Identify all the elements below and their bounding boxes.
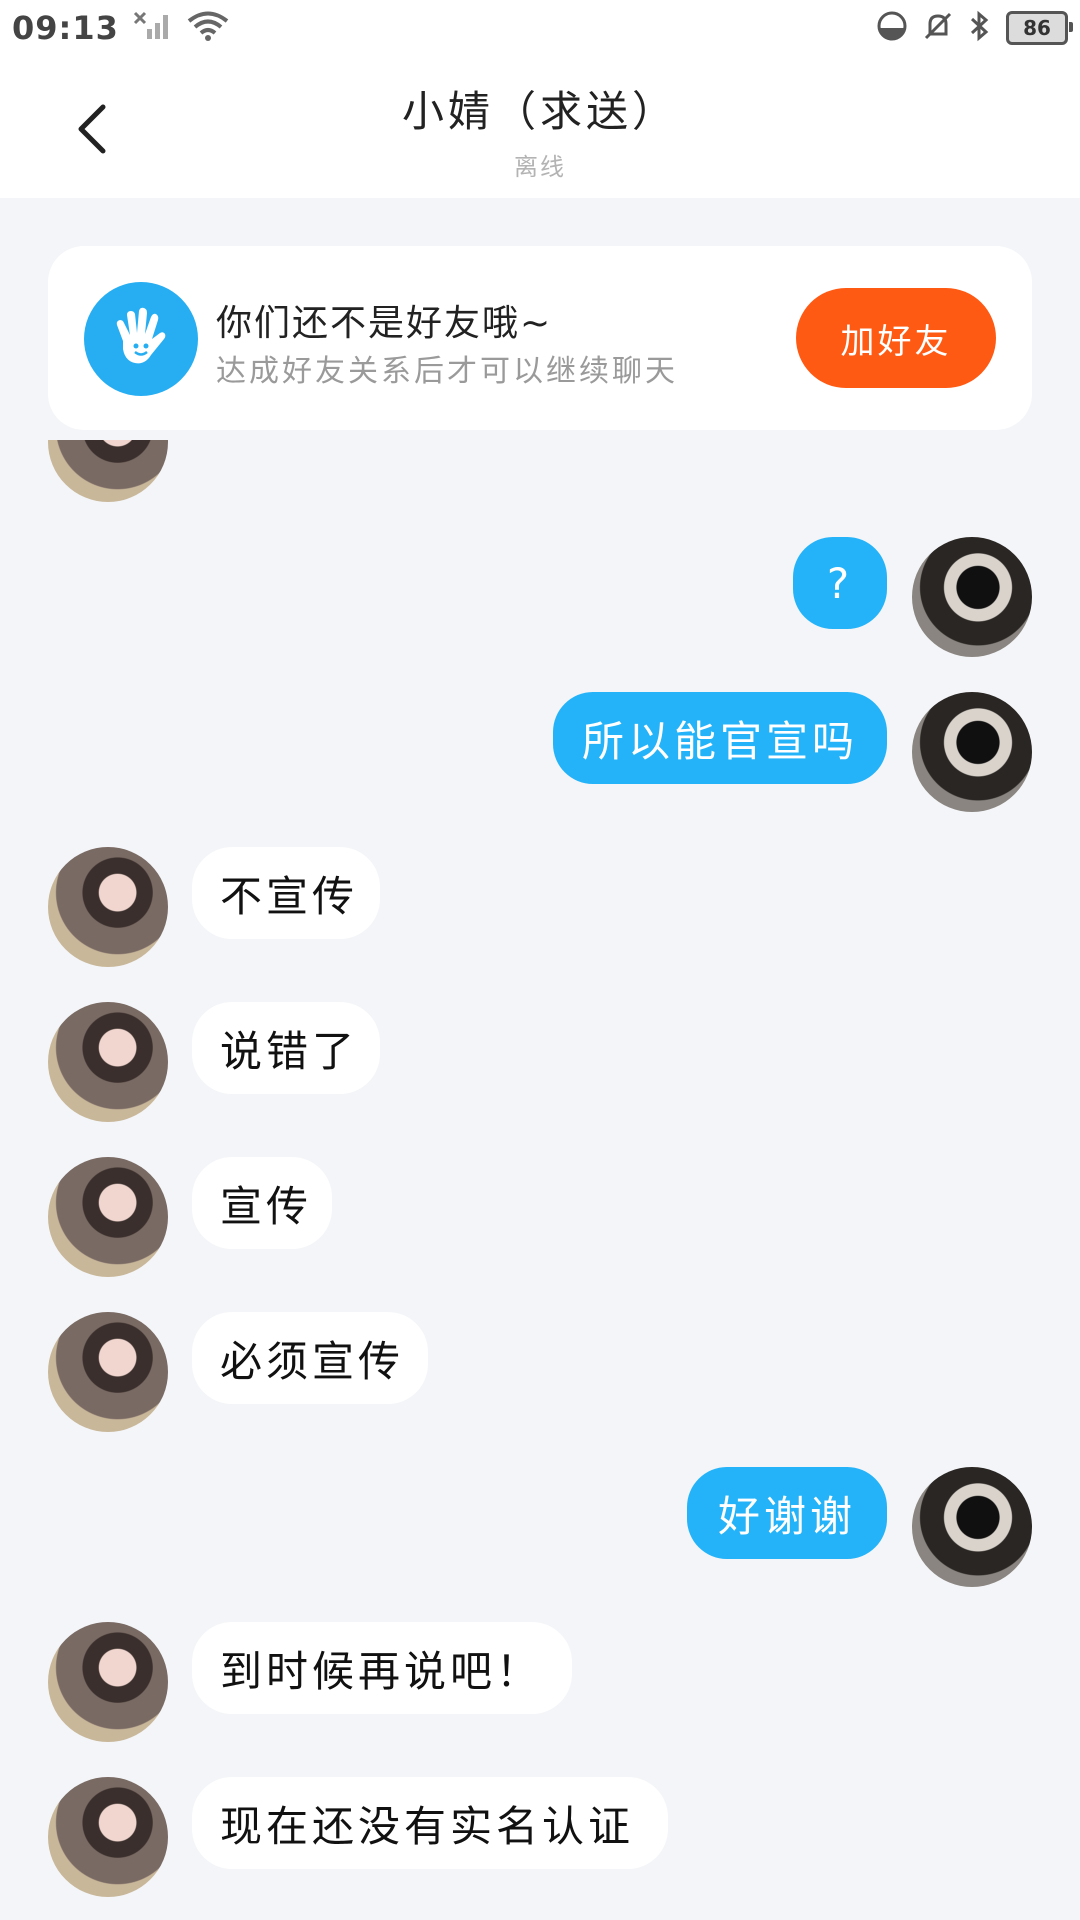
message-text: 必须宣传 (220, 1336, 405, 1386)
message-text: 好谢谢 (717, 1491, 856, 1541)
banner-title: 你们还不是好友哦~ (216, 303, 553, 344)
message-bubble[interactable]: 到时候再说吧！ (192, 1622, 572, 1714)
message-bubble[interactable]: 现在还没有实名认证 (192, 1777, 668, 1869)
message-bubble[interactable]: 必须宣传 (192, 1312, 428, 1404)
message-bubble[interactable]: 不宣传 (192, 847, 380, 939)
avatar[interactable] (48, 1157, 168, 1277)
message-bubble[interactable]: ? (793, 537, 887, 629)
message-text: 宣传 (220, 1181, 313, 1231)
status-bar: 09:13 86 (0, 0, 1080, 56)
message-text: 现在还没有实名认证 (220, 1801, 635, 1851)
avatar[interactable] (48, 847, 168, 967)
status-time: 09:13 (12, 9, 119, 47)
mute-icon (922, 10, 954, 46)
avatar[interactable] (48, 1622, 168, 1742)
message-bubble[interactable]: 宣传 (192, 1157, 332, 1249)
bluetooth-icon (968, 10, 992, 46)
message-bubble[interactable]: 好谢谢 (687, 1467, 887, 1559)
message-bubble[interactable]: 说错了 (192, 1002, 380, 1094)
message-text: 所以能官宣吗 (581, 716, 858, 766)
message-text: ? (826, 558, 854, 608)
avatar[interactable] (48, 440, 168, 502)
message-text: 说错了 (220, 1026, 359, 1076)
message-bubble[interactable]: 所以能官宣吗 (553, 692, 887, 784)
not-friends-banner: 你们还不是好友哦~ 达成好友关系后才可以继续聊天 加好友 (48, 246, 1032, 430)
add-friend-button[interactable]: 加好友 (796, 288, 996, 388)
data-saver-icon (876, 10, 908, 46)
message-text: 不宣传 (220, 871, 359, 921)
banner-subtitle: 达成好友关系后才可以继续聊天 (216, 354, 678, 389)
online-status: 离线 (514, 153, 566, 181)
chat-header: 小婧（求送） 离线 (0, 56, 1080, 198)
avatar[interactable] (912, 692, 1032, 812)
message-text: 到时候再说吧！ (220, 1646, 543, 1696)
hand-icon (84, 282, 198, 396)
avatar[interactable] (912, 537, 1032, 657)
chat-title: 小婧（求送） (401, 87, 678, 136)
signal-off-icon (133, 11, 173, 45)
avatar[interactable] (48, 1002, 168, 1122)
avatar[interactable] (48, 1777, 168, 1897)
battery-icon: 86 (1006, 11, 1073, 45)
avatar[interactable] (912, 1467, 1032, 1587)
avatar[interactable] (48, 1312, 168, 1432)
wifi-icon (187, 10, 229, 46)
